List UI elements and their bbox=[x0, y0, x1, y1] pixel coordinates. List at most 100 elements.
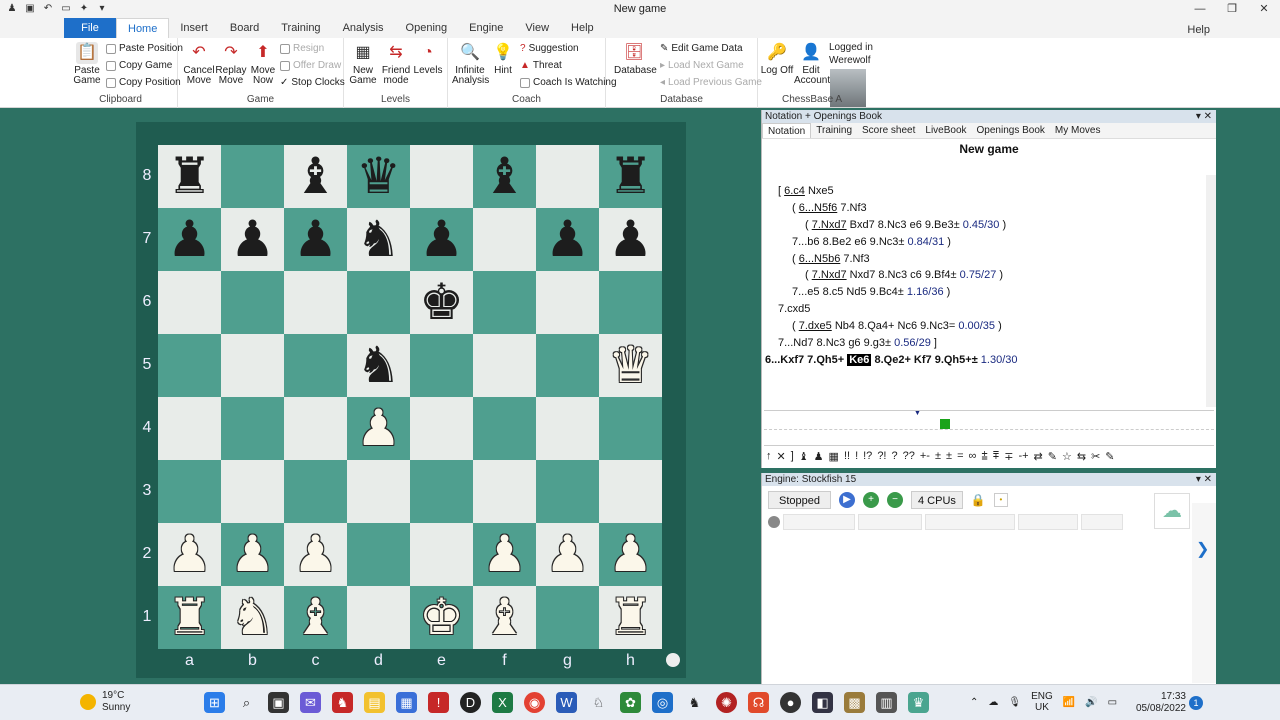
chevron-up-icon[interactable]: ⌃ bbox=[970, 697, 978, 708]
close-icon[interactable]: ✕ bbox=[1248, 0, 1280, 18]
app-icon[interactable]: ▥ bbox=[876, 692, 897, 713]
annotation-symbol-button[interactable]: ↑ bbox=[766, 450, 772, 463]
square-d7[interactable]: ♞ bbox=[347, 208, 410, 271]
annotation-symbol-button[interactable]: -+ bbox=[1018, 450, 1028, 463]
square-b4[interactable] bbox=[221, 397, 284, 460]
cpus-button[interactable]: 4 CPUs bbox=[910, 491, 963, 509]
black-bishop-icon[interactable]: ♝ bbox=[293, 145, 338, 208]
square-b6[interactable] bbox=[221, 271, 284, 334]
tab-view[interactable]: View bbox=[514, 18, 560, 38]
square-b5[interactable] bbox=[221, 334, 284, 397]
file-explorer-icon[interactable]: ▤ bbox=[364, 692, 385, 713]
copy-game-button[interactable]: Copy Game bbox=[106, 60, 172, 71]
search-icon[interactable]: ⌕ bbox=[236, 692, 257, 713]
annotation-symbol-button[interactable]: ∞ bbox=[969, 450, 977, 463]
app-icon[interactable]: ● bbox=[780, 692, 801, 713]
black-bishop-icon[interactable]: ♝ bbox=[482, 145, 527, 208]
square-b2[interactable]: ♟ bbox=[221, 523, 284, 586]
variation-line[interactable]: 7...Nd7 8.Nc3 g6 9.g3± 0.56/29 ] bbox=[778, 335, 937, 352]
game-icon[interactable]: ✿ bbox=[620, 692, 641, 713]
annotation-symbol-button[interactable]: ✎ bbox=[1105, 450, 1114, 463]
white-bishop-icon[interactable]: ♝ bbox=[482, 586, 527, 649]
square-c5[interactable] bbox=[284, 334, 347, 397]
square-h7[interactable]: ♟ bbox=[599, 208, 662, 271]
square-c1[interactable]: ♝ bbox=[284, 586, 347, 649]
square-g6[interactable] bbox=[536, 271, 599, 334]
headset-icon[interactable]: ☊ bbox=[748, 692, 769, 713]
square-g2[interactable]: ♟ bbox=[536, 523, 599, 586]
square-e6[interactable]: ♚ bbox=[410, 271, 473, 334]
square-h3[interactable] bbox=[599, 460, 662, 523]
white-pawn-icon[interactable]: ♟ bbox=[608, 523, 653, 586]
white-queen-icon[interactable]: ♛ bbox=[608, 334, 653, 397]
restore-icon[interactable]: ❐ bbox=[1216, 0, 1248, 18]
square-g5[interactable] bbox=[536, 334, 599, 397]
square-a2[interactable]: ♟ bbox=[158, 523, 221, 586]
cloud-tray-icon[interactable]: ☁ bbox=[988, 697, 998, 708]
square-c4[interactable] bbox=[284, 397, 347, 460]
square-e3[interactable] bbox=[410, 460, 473, 523]
new-icon[interactable]: ▭ bbox=[60, 3, 72, 15]
stop-clocks-checkbox[interactable]: ✓ Stop Clocks bbox=[280, 77, 345, 88]
suggestion-button[interactable]: ? Suggestion bbox=[520, 43, 579, 54]
square-e1[interactable]: ♚ bbox=[410, 586, 473, 649]
weather-widget[interactable]: 19°C Sunny bbox=[80, 690, 130, 714]
app-icon[interactable]: ✺ bbox=[716, 692, 737, 713]
notation-text[interactable]: [ 6.c4 Nxe5 ( 6...N5f6 7.Nf3 ( 7.Nxd7 Bx… bbox=[762, 175, 1207, 407]
black-rook-icon[interactable]: ♜ bbox=[167, 145, 212, 208]
coach-watching-checkbox[interactable]: Coach Is Watching bbox=[520, 77, 617, 88]
square-c7[interactable]: ♟ bbox=[284, 208, 347, 271]
annotation-symbol-button[interactable]: ! bbox=[855, 450, 858, 463]
tool-icon[interactable]: ✦ bbox=[78, 3, 90, 15]
clock[interactable]: 17:33 05/08/2022 bbox=[1134, 691, 1186, 715]
annotation-symbol-button[interactable]: ⇄ bbox=[1034, 450, 1043, 463]
annotation-symbol-button[interactable]: ? bbox=[892, 450, 898, 463]
square-b3[interactable] bbox=[221, 460, 284, 523]
cloud-icon[interactable]: ☁ bbox=[1154, 493, 1190, 529]
black-pawn-icon[interactable]: ♟ bbox=[419, 208, 464, 271]
start-icon[interactable]: ⊞ bbox=[204, 692, 225, 713]
engine-scrollbar[interactable] bbox=[1192, 503, 1216, 683]
chat-icon[interactable]: ✉ bbox=[300, 692, 321, 713]
black-king-icon[interactable]: ♚ bbox=[419, 271, 464, 334]
move-now-button[interactable]: ⬆ Move Now bbox=[246, 42, 280, 86]
square-b8[interactable] bbox=[221, 145, 284, 208]
annotation-symbol-button[interactable]: = bbox=[957, 450, 963, 463]
copy-position-button[interactable]: Copy Position bbox=[106, 77, 181, 88]
annotation-symbol-button[interactable]: !? bbox=[863, 450, 872, 463]
black-pawn-icon[interactable]: ♟ bbox=[545, 208, 590, 271]
square-g4[interactable] bbox=[536, 397, 599, 460]
white-pawn-icon[interactable]: ♟ bbox=[545, 523, 590, 586]
excel-icon[interactable]: X bbox=[492, 692, 513, 713]
square-b1[interactable]: ♞ bbox=[221, 586, 284, 649]
square-e4[interactable] bbox=[410, 397, 473, 460]
app-icon[interactable]: ◎ bbox=[652, 692, 673, 713]
square-g3[interactable] bbox=[536, 460, 599, 523]
knight-icon[interactable]: ♘ bbox=[588, 692, 609, 713]
annotation-symbol-button[interactable]: ± bbox=[935, 450, 941, 463]
square-f1[interactable]: ♝ bbox=[473, 586, 536, 649]
square-d3[interactable] bbox=[347, 460, 410, 523]
square-h8[interactable]: ♜ bbox=[599, 145, 662, 208]
variation-line[interactable]: 7.cxd5 bbox=[778, 301, 810, 318]
load-previous-game-button[interactable]: ◂ Load Previous Game bbox=[660, 77, 762, 88]
tab-training[interactable]: Training bbox=[811, 123, 857, 138]
chrome-icon[interactable]: ◉ bbox=[524, 692, 545, 713]
square-h2[interactable]: ♟ bbox=[599, 523, 662, 586]
dropdown-icon[interactable]: ▾ bbox=[96, 3, 108, 15]
app-icon[interactable]: ▩ bbox=[844, 692, 865, 713]
square-g1[interactable] bbox=[536, 586, 599, 649]
annotation-symbol-button[interactable]: ▦ bbox=[829, 450, 839, 463]
task-view-icon[interactable]: ▣ bbox=[268, 692, 289, 713]
tab-board[interactable]: Board bbox=[219, 18, 270, 38]
square-h4[interactable] bbox=[599, 397, 662, 460]
square-f8[interactable]: ♝ bbox=[473, 145, 536, 208]
levels-button[interactable]: ◔ Levels bbox=[411, 42, 445, 76]
tab-analysis[interactable]: Analysis bbox=[332, 18, 395, 38]
chessboard[interactable]: ♜ ♝ ♛ ♝ ♜ ♟ ♟ ♟ ♞ ♟ ♟ ♟ ♚ ♞ ♛ ♟ ♟ ♟ ♟ ♟ ♟ ♟ ♜ ♞ ♝ ♚ ♝ ♜ bbox=[158, 145, 662, 649]
undo-icon[interactable]: ↶ bbox=[42, 3, 54, 15]
tab-opening[interactable]: Opening bbox=[395, 18, 459, 38]
pin-icon[interactable]: ! bbox=[428, 692, 449, 713]
variation-line[interactable]: [ 6.c4 Nxe5 bbox=[778, 183, 834, 200]
tab-training[interactable]: Training bbox=[270, 18, 331, 38]
